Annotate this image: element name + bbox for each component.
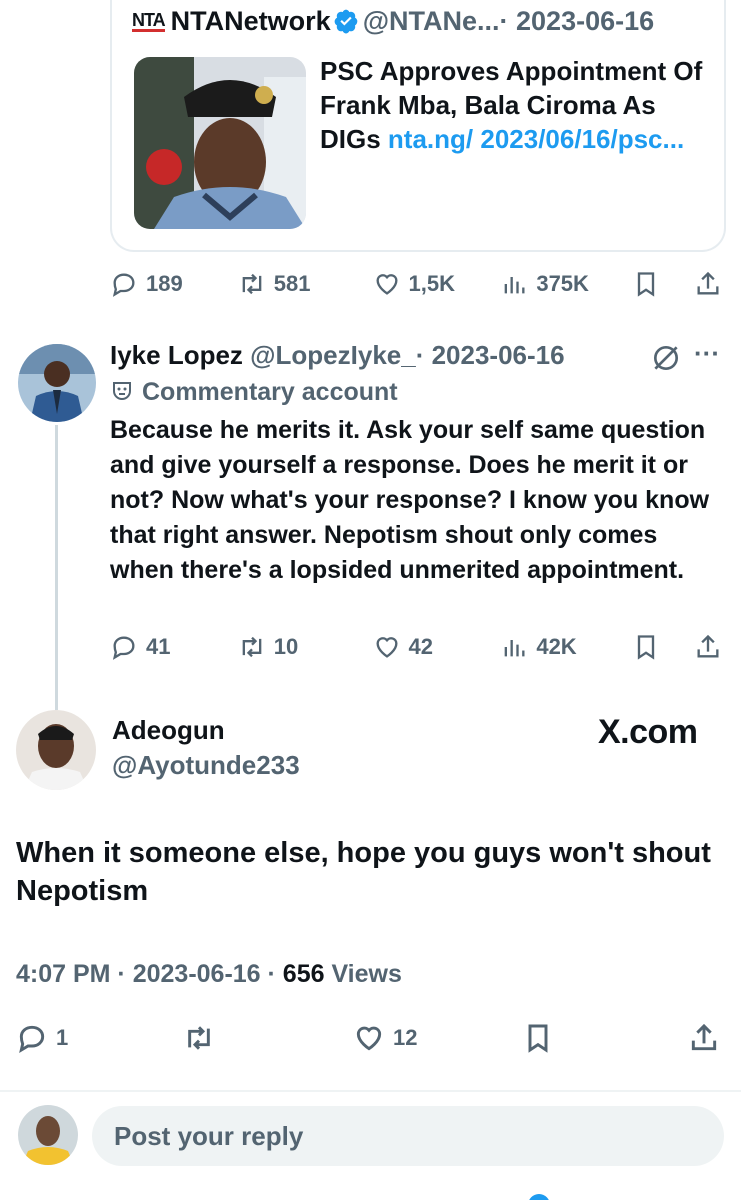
repost-button[interactable]: 10 — [238, 633, 373, 661]
views-button[interactable]: 42K — [500, 633, 632, 661]
repost-icon — [242, 636, 262, 658]
current-user-avatar-image — [18, 1105, 78, 1165]
x-com-watermark: X.com — [598, 713, 698, 751]
views-label: Views — [324, 960, 402, 988]
share-icon — [697, 634, 719, 658]
like-button[interactable]: 1,5K — [373, 270, 501, 298]
quoted-author-handle[interactable]: @NTANe... — [363, 6, 500, 36]
repost-button[interactable]: 581 — [238, 270, 373, 298]
reply-button[interactable]: 1 — [16, 1022, 183, 1054]
views-chart-icon — [504, 640, 525, 657]
quoted-tweet-header: NTA NTANetwork @NTANe...· 2023-06-16 — [132, 6, 654, 37]
author-handle[interactable]: @Ayotunde233 — [112, 750, 300, 781]
share-button[interactable] — [694, 270, 730, 298]
reply-icon — [112, 273, 135, 297]
tweet-metadata: 4:07 PM · 2023-06-16 · 656 Views — [16, 960, 402, 989]
heart-icon — [376, 637, 398, 658]
like-button[interactable]: 42 — [373, 633, 501, 661]
tweet-text: When it someone else, hope you guys won'… — [16, 837, 711, 907]
iyke-avatar-image — [18, 344, 96, 422]
avatar[interactable] — [16, 710, 96, 790]
reply-icon — [112, 636, 135, 660]
repost-button[interactable] — [183, 1022, 353, 1054]
commentary-label: Commentary account — [110, 378, 398, 407]
author-name[interactable]: Adeogun — [112, 715, 225, 746]
share-button[interactable] — [688, 1022, 728, 1054]
reply-placeholder: Post your reply — [114, 1120, 304, 1151]
main-tweet-actions: 1 12 — [16, 1016, 728, 1060]
reply-tweet-header: Iyke Lopez @LopezIyke_· 2023-06-16 — [110, 340, 565, 371]
heart-icon — [376, 274, 398, 295]
reply-input[interactable]: Post your reply — [92, 1106, 724, 1166]
bookmark-icon — [637, 635, 655, 660]
quoted-author-name[interactable]: NTANetwork — [171, 6, 331, 36]
share-button[interactable] — [694, 633, 730, 661]
quoted-date: · 2023-06-16 — [499, 6, 655, 36]
reply-button[interactable]: 41 — [110, 633, 238, 661]
reply-tweet-text: Because he merits it. Ask your self same… — [110, 416, 710, 584]
reply-date: · 2023-06-16 — [415, 340, 565, 370]
like-button[interactable]: 12 — [353, 1022, 522, 1054]
grok-icon[interactable] — [650, 342, 682, 374]
share-icon — [697, 271, 719, 295]
avatar[interactable] — [18, 344, 96, 422]
repost-icon — [242, 273, 262, 295]
adeogun-avatar-image — [16, 710, 96, 790]
share-icon — [691, 1023, 717, 1051]
views-button[interactable]: 375K — [500, 270, 632, 298]
article-link[interactable]: nta.ng/ 2023/06/16/psc... — [388, 124, 684, 154]
quoted-tweet-actions: 189 581 1,5K 375K — [110, 264, 730, 304]
tweet-timestamp[interactable]: 4:07 PM · 2023-06-16 · — [16, 960, 283, 988]
bookmark-icon — [528, 1024, 547, 1053]
views-chart-icon — [504, 277, 525, 294]
reply-button[interactable]: 189 — [110, 270, 238, 298]
reply-author-name[interactable]: Iyke Lopez — [110, 340, 243, 370]
bookmark-button[interactable] — [522, 1022, 689, 1054]
bookmark-icon — [637, 272, 655, 297]
article-thumbnail[interactable] — [134, 57, 306, 229]
officer-photo — [134, 57, 306, 229]
verified-badge-icon — [334, 9, 358, 34]
repost-icon — [187, 1026, 210, 1050]
article-card-text[interactable]: PSC Approves Appointment Of Frank Mba, B… — [320, 54, 720, 156]
more-options-button[interactable]: ··· — [694, 338, 720, 369]
thread-connector-line — [55, 425, 58, 710]
reply-tweet-actions: 41 10 42 42K — [110, 627, 730, 667]
reply-author-handle[interactable]: @LopezIyke_ — [250, 340, 416, 370]
nta-logo: NTA — [132, 10, 166, 32]
theater-mask-icon — [113, 382, 131, 401]
current-user-avatar[interactable] — [18, 1105, 78, 1165]
bookmark-button[interactable] — [632, 633, 694, 661]
divider — [0, 1090, 741, 1092]
heart-icon — [356, 1026, 382, 1051]
notification-dot — [528, 1194, 550, 1200]
reply-icon — [19, 1025, 45, 1054]
bookmark-button[interactable] — [632, 270, 694, 298]
views-count: 656 — [282, 960, 325, 988]
